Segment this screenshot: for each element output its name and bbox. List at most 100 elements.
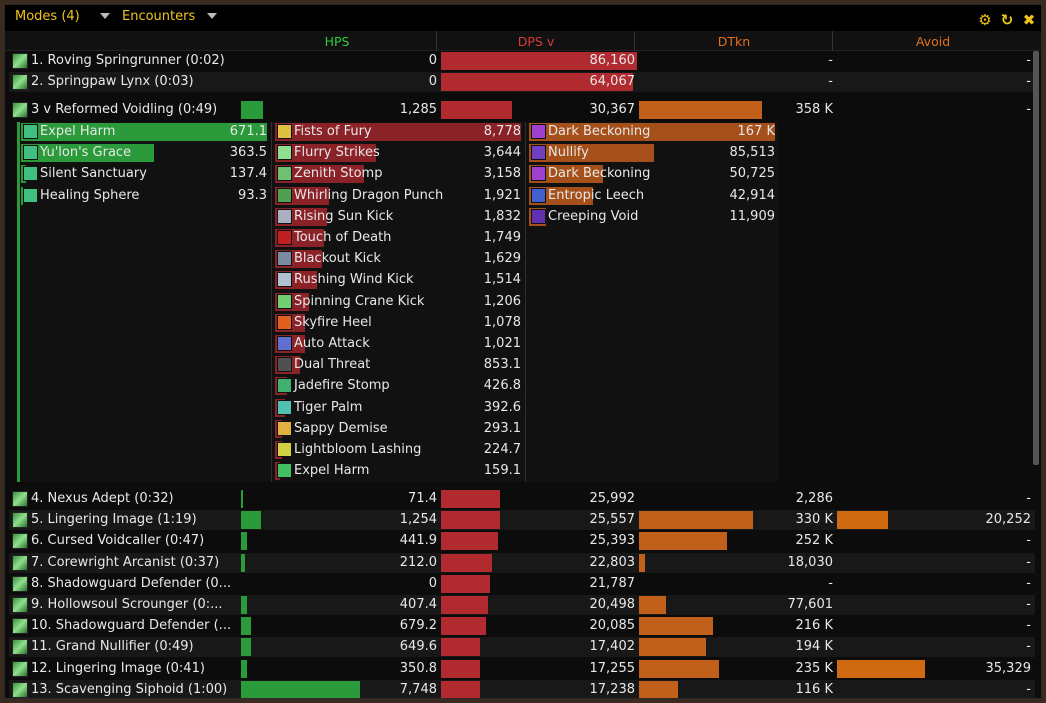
dps-value: 20,085 <box>589 618 636 634</box>
mob-icon <box>12 660 28 677</box>
row-name: 2. Springpaw Lynx (0:03) <box>31 74 194 89</box>
spell-value: 159.1 <box>483 463 521 479</box>
breakdown-row[interactable]: Yu'lon's Grace 363.5 <box>21 143 271 163</box>
row-name: 6. Cursed Voidcaller (0:47) <box>31 533 205 549</box>
chevron-down-icon[interactable] <box>100 13 110 19</box>
spell-value: 1,629 <box>483 251 521 267</box>
column-divider <box>832 31 833 51</box>
avoid-value: - <box>1026 102 1031 117</box>
scrollbar[interactable] <box>1033 51 1039 465</box>
table-row[interactable]: 4. Nexus Adept (0:32) 71.4 25,992 2,286 - <box>9 489 1035 509</box>
column-header-hps[interactable]: HPS <box>237 34 437 49</box>
dtkn-value: 216 K <box>795 618 833 634</box>
dps-value: 17,255 <box>589 660 636 676</box>
breakdown-row[interactable]: Fists of Fury 8,778 <box>275 122 525 142</box>
table-row[interactable]: 10. Shadowguard Defender (... 679.2 20,085… <box>9 616 1035 636</box>
breakdown-row[interactable]: Lightbloom Lashing 224.7 <box>275 440 525 460</box>
breakdown-row[interactable]: Expel Harm 671.1 <box>21 122 271 142</box>
mob-icon <box>12 53 28 69</box>
table-row[interactable]: 6. Cursed Voidcaller (0:47) 441.9 25,393 25… <box>9 531 1035 551</box>
breakdown-divider <box>271 122 272 482</box>
spell-value: 363.5 <box>229 145 267 161</box>
encounters-menu-button[interactable]: Encounters <box>122 9 195 24</box>
breakdown-row[interactable]: Dark Beckoning 167 K <box>529 122 779 142</box>
spell-value: 50,725 <box>729 166 776 182</box>
mob-icon <box>12 533 28 550</box>
table-row[interactable]: 5. Lingering Image (1:19) 1,254 25,557 330 … <box>9 510 1035 531</box>
avoid-value: - <box>1026 533 1031 549</box>
breakdown-row[interactable]: Nullify 85,513 <box>529 143 779 163</box>
breakdown-row[interactable]: Auto Attack 1,021 <box>275 334 525 354</box>
row-name: 5. Lingering Image (1:19) <box>31 512 197 528</box>
breakdown-row[interactable]: Sappy Demise 293.1 <box>275 419 525 439</box>
table-row[interactable]: 1. Roving Springrunner (0:02) 0 86,160 - - <box>9 51 1035 71</box>
breakdown-row[interactable]: Blackout Kick 1,629 <box>275 249 525 269</box>
spell-value: 1,749 <box>483 230 521 245</box>
spell-value: 11,909 <box>729 208 776 224</box>
breakdown-row[interactable]: Dual Threat 853.1 <box>275 355 525 375</box>
breakdown-row[interactable]: Tiger Palm 392.6 <box>275 398 525 418</box>
mob-icon <box>12 575 28 592</box>
table-row[interactable]: 7. Corewright Arcanist (0:37) 212.0 22,803… <box>9 552 1035 573</box>
table-row[interactable]: 8. Shadowguard Defender (0... 0 21,787 - - <box>9 574 1035 594</box>
breakdown-row[interactable]: Touch of Death 1,749 <box>275 228 525 248</box>
breakdown-row[interactable]: Creeping Void 11,909 <box>529 207 779 227</box>
breakdown-row[interactable]: Skyfire Heel 1,078 <box>275 313 525 333</box>
breakdown-row[interactable]: Flurry Strikes 3,644 <box>275 143 525 163</box>
reset-icon[interactable]: ↻ <box>999 12 1015 28</box>
breakdown-accent-line <box>17 122 20 482</box>
breakdown-row[interactable]: Dark Beckoning 50,725 <box>529 164 779 184</box>
table-row[interactable]: 12. Lingering Image (0:41) 350.8 17,255 235… <box>9 659 1035 679</box>
mob-icon <box>12 512 28 529</box>
spell-value: 293.1 <box>483 420 521 436</box>
breakdown-row[interactable]: Rising Sun Kick 1,832 <box>275 207 525 227</box>
breakdown-row[interactable]: Spinning Crane Kick 1,206 <box>275 292 525 312</box>
modes-menu-button[interactable]: Modes (4) <box>15 9 80 24</box>
dtkn-value: - <box>828 74 833 89</box>
dps-value: 17,238 <box>589 681 636 697</box>
avoid-value: 20,252 <box>985 512 1032 528</box>
hps-value: 7,748 <box>399 681 437 697</box>
breakdown-row[interactable]: Jadefire Stomp 426.8 <box>275 376 525 396</box>
close-icon[interactable]: ✖ <box>1021 12 1037 28</box>
dtkn-value: 116 K <box>795 681 833 697</box>
row-name: 3 v Reformed Voidling (0:49) <box>31 102 218 117</box>
column-header-dtkn[interactable]: DTkn <box>635 34 833 49</box>
column-header-avoid[interactable]: Avoid <box>833 34 1033 49</box>
dtkn-value: - <box>828 53 833 68</box>
breakdown-row[interactable]: Healing Sphere 93.3 <box>21 186 271 206</box>
breakdown-divider <box>525 122 526 482</box>
row-name: 4. Nexus Adept (0:32) <box>31 491 174 506</box>
spell-value: 85,513 <box>729 145 776 161</box>
dps-value: 21,787 <box>589 575 636 591</box>
gear-icon[interactable]: ⚙ <box>977 12 993 28</box>
column-header-dps[interactable]: DPS v <box>437 34 635 49</box>
breakdown-row[interactable]: Entropic Leech 42,914 <box>529 186 779 206</box>
spell-value: 1,921 <box>483 187 521 203</box>
breakdown-row[interactable]: Zenith Stomp 3,158 <box>275 164 525 184</box>
table-row[interactable]: 2. Springpaw Lynx (0:03) 0 64,067 - - <box>9 72 1035 92</box>
table-row[interactable]: 3 v Reformed Voidling (0:49) 1,285 30,367 3… <box>9 100 1035 120</box>
dtkn-value: 194 K <box>795 639 833 655</box>
table-row[interactable]: 11. Grand Nullifier (0:49) 649.6 17,402 194… <box>9 637 1035 658</box>
mob-icon <box>12 681 28 698</box>
spell-value: 167 K <box>737 124 775 139</box>
spell-value: 1,832 <box>483 208 521 224</box>
dtkn-value: 235 K <box>795 660 833 676</box>
dps-value: 25,992 <box>589 491 636 506</box>
avoid-value: - <box>1026 74 1031 89</box>
hps-value: 1,254 <box>399 512 437 528</box>
breakdown-row[interactable]: Whirling Dragon Punch 1,921 <box>275 186 525 206</box>
row-name: 12. Lingering Image (0:41) <box>31 660 205 676</box>
breakdown-row[interactable]: Rushing Wind Kick 1,514 <box>275 270 525 290</box>
hps-value: 71.4 <box>408 491 437 506</box>
breakdown-row[interactable]: Silent Sanctuary 137.4 <box>21 164 271 184</box>
avoid-value: - <box>1026 491 1031 506</box>
table-row[interactable]: 9. Hollowsoul Scrounger (0:... 407.4 20,49… <box>9 595 1035 615</box>
mob-icon <box>12 102 28 118</box>
chevron-down-icon[interactable] <box>207 13 217 19</box>
breakdown-row[interactable]: Expel Harm 159.1 <box>275 461 525 481</box>
dps-value: 25,557 <box>589 512 636 528</box>
table-row[interactable]: 13. Scavenging Siphoid (1:00) 7,748 17,238… <box>9 679 1035 698</box>
dtkn-value: 77,601 <box>787 597 834 612</box>
